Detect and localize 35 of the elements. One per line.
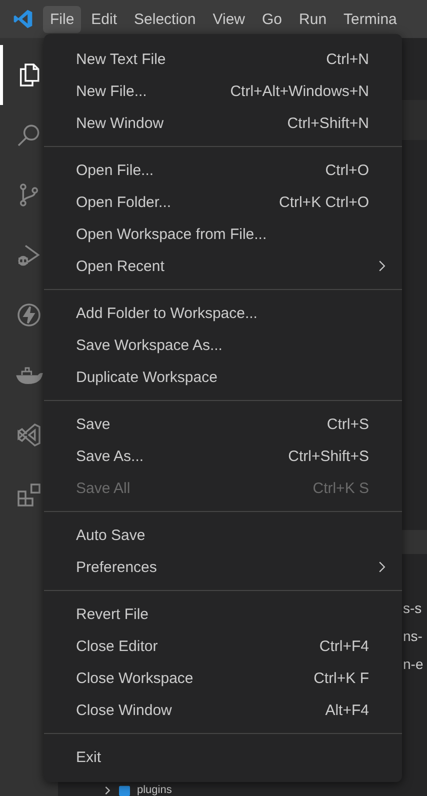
file-name: n-e <box>403 656 424 672</box>
menu-item[interactable]: Open Folder... Ctrl+K Ctrl+O <box>44 186 402 218</box>
menu-bar-item[interactable]: View <box>206 6 252 32</box>
menu-item[interactable]: Auto Save <box>44 519 402 551</box>
file-name: s-s <box>403 600 422 616</box>
menu-item[interactable]: Close Editor Ctrl+F4 <box>44 630 402 662</box>
menu-bar-item[interactable]: File <box>43 6 82 32</box>
menu-item[interactable]: Preferences <box>44 551 402 583</box>
blocks-icon[interactable] <box>15 481 43 509</box>
lightning-icon[interactable] <box>15 301 43 329</box>
menu-item[interactable]: Save As... Ctrl+Shift+S <box>44 440 402 472</box>
menu-item[interactable]: Duplicate Workspace <box>44 361 402 393</box>
menu-item[interactable]: Save Ctrl+S <box>44 408 402 440</box>
menu-item[interactable]: Revert File <box>44 598 402 630</box>
menu-item[interactable]: Exit <box>44 741 402 773</box>
menu-item[interactable]: Add Folder to Workspace... <box>44 297 402 329</box>
file-name: ns- <box>403 628 422 644</box>
menu-item[interactable]: New Window Ctrl+Shift+N <box>44 107 402 139</box>
chevron-icon[interactable] <box>103 786 112 794</box>
menu-bar-item[interactable]: Edit <box>84 6 124 32</box>
menu-item[interactable]: Close Window Alt+F4 <box>44 694 402 726</box>
menu-bar-item[interactable]: Termina <box>336 6 404 32</box>
menu-item[interactable]: New File... Ctrl+Alt+Windows+N <box>44 75 402 107</box>
menu-item[interactable]: Save Workspace As... <box>44 329 402 361</box>
menu-item[interactable]: Open Workspace from File... <box>44 218 402 250</box>
folder-name[interactable]: plugins <box>137 784 172 796</box>
menu-item[interactable]: Open File... Ctrl+O <box>44 154 402 186</box>
menu-bar-item[interactable]: Go <box>255 6 290 32</box>
menu-item[interactable]: Open Recent <box>44 250 402 282</box>
menu-bar-item[interactable]: Run <box>292 6 334 32</box>
menu-item[interactable]: Close Workspace Ctrl+K F <box>44 662 402 694</box>
menu-bar-item[interactable]: Selection <box>127 6 203 32</box>
logo-icon <box>12 8 34 30</box>
menu-item[interactable]: New Text File Ctrl+N <box>44 43 402 75</box>
folder-icon <box>118 784 131 796</box>
